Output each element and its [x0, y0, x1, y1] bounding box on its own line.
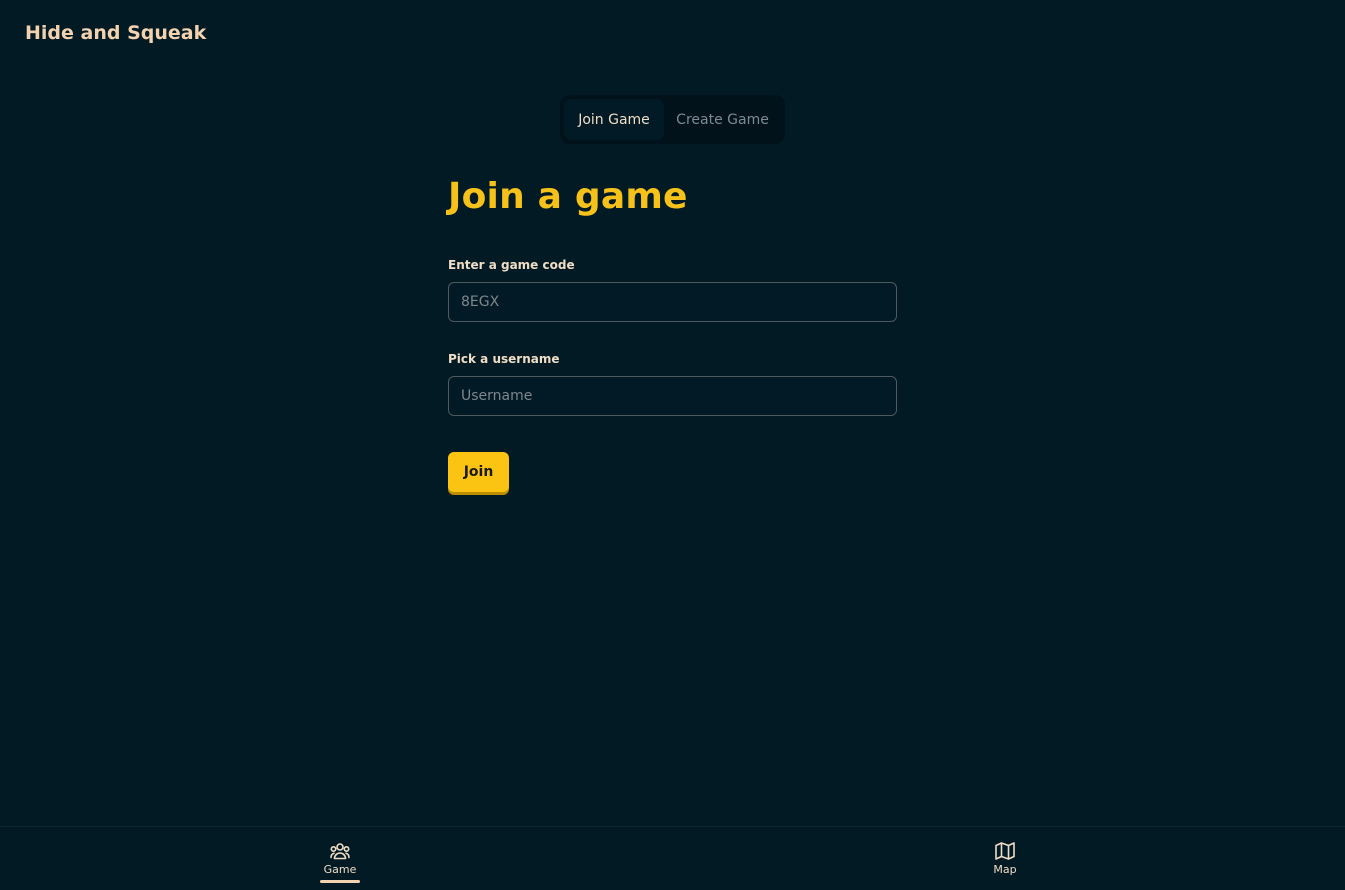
nav-label-map: Map [993, 863, 1017, 876]
join-button[interactable]: Join [448, 452, 509, 492]
users-group-icon [330, 843, 350, 860]
map-icon [995, 842, 1015, 860]
username-label: Pick a username [448, 352, 560, 366]
bottom-nav: Game Map [0, 826, 1345, 890]
active-nav-indicator [320, 880, 360, 883]
game-code-input[interactable] [448, 282, 897, 322]
username-input[interactable] [448, 376, 897, 416]
app-title: Hide and Squeak [25, 22, 207, 44]
page-heading: Join a game [448, 176, 688, 217]
tab-join-game[interactable]: Join Game [564, 99, 664, 140]
game-code-label: Enter a game code [448, 258, 575, 272]
nav-item-map[interactable]: Map [975, 839, 1035, 877]
nav-label-game: Game [323, 863, 357, 876]
game-mode-tabs: Join Game Create Game [560, 95, 785, 144]
nav-item-game[interactable]: Game [310, 839, 370, 883]
join-form: Join a game Enter a game code Pick a use… [448, 170, 897, 492]
tab-create-game[interactable]: Create Game [664, 99, 781, 140]
app-root: Hide and Squeak Join Game Create Game Jo… [0, 0, 1345, 890]
